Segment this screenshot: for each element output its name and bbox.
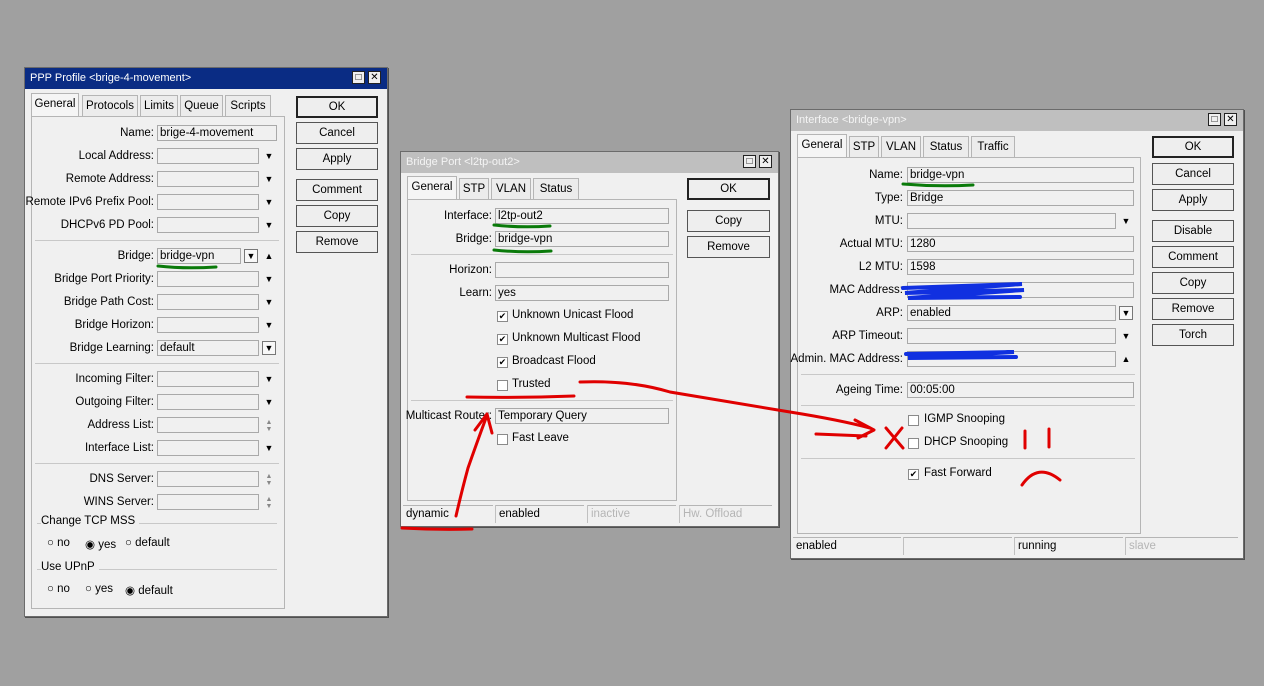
underline-bridge-bp [492, 248, 553, 254]
scribble-admin-mac [904, 350, 1018, 360]
cross-mark [884, 426, 905, 450]
underline-name-iface [901, 182, 975, 188]
arrow-up-line [454, 416, 488, 518]
underline-trusted [465, 394, 576, 399]
sad-mouth [1020, 470, 1062, 487]
arrow-to-dhcp [814, 432, 868, 438]
scribble-mac [901, 282, 1025, 300]
annotation-overlay [156, 182, 1062, 531]
underline-dynamic [400, 526, 474, 531]
long-arrow-line [578, 380, 872, 430]
underline-bridge-ppp [156, 264, 218, 270]
underline-interface-bp [492, 223, 552, 229]
